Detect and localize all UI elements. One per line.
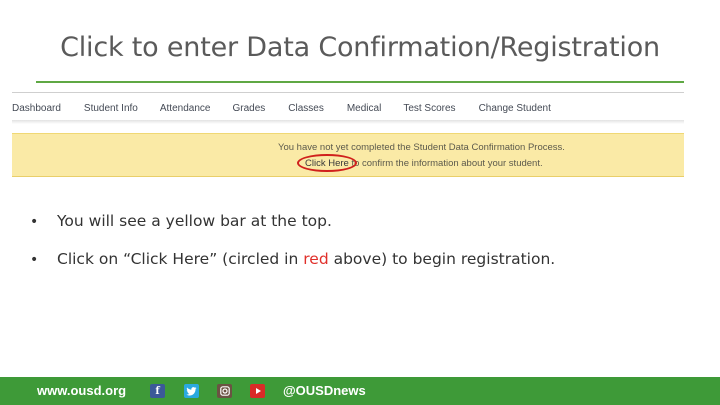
nav-item-medical[interactable]: Medical — [347, 103, 381, 114]
instruction-text-2-prefix: Click on “Click Here” (circled in — [57, 250, 304, 268]
portal-screenshot: Dashboard Student Info Attendance Grades… — [12, 92, 684, 178]
portal-nav-bar: Dashboard Student Info Attendance Grades… — [12, 98, 684, 118]
banner-message: You have not yet completed the Student D… — [278, 142, 565, 153]
instruction-text-1: You will see a yellow bar at the top. — [57, 212, 332, 230]
bullet-icon: • — [30, 252, 39, 268]
red-highlight-circle — [297, 154, 357, 172]
nav-item-student-info[interactable]: Student Info — [84, 103, 138, 114]
banner-action-text: to confirm the information about your st… — [348, 158, 543, 169]
instruction-item: • You will see a yellow bar at the top. — [30, 212, 700, 230]
nav-top-border — [12, 92, 684, 93]
footer-social-handle[interactable]: @OUSDnews — [283, 383, 366, 398]
data-confirmation-banner: You have not yet completed the Student D… — [12, 133, 684, 177]
nav-bottom-shadow — [12, 120, 684, 124]
nav-item-grades[interactable]: Grades — [232, 103, 265, 114]
youtube-icon[interactable] — [250, 384, 265, 398]
instagram-icon[interactable] — [217, 384, 232, 398]
nav-item-change-student[interactable]: Change Student — [479, 103, 551, 114]
facebook-icon[interactable]: f — [150, 384, 165, 398]
nav-item-dashboard[interactable]: Dashboard — [12, 103, 61, 114]
instruction-text-2-suffix: above) to begin registration. — [328, 250, 556, 268]
nav-item-attendance[interactable]: Attendance — [160, 103, 211, 114]
instruction-red-word: red — [303, 250, 329, 268]
footer-bar: www.ousd.org f @OUSDnews — [0, 377, 720, 405]
instruction-text-2: Click on “Click Here” (circled in red ab… — [57, 250, 555, 268]
instruction-list: • You will see a yellow bar at the top. … — [30, 212, 700, 288]
nav-item-classes[interactable]: Classes — [288, 103, 324, 114]
footer-website-link[interactable]: www.ousd.org — [37, 383, 126, 398]
instruction-item: • Click on “Click Here” (circled in red … — [30, 250, 700, 268]
bullet-icon: • — [30, 214, 39, 230]
twitter-icon[interactable] — [184, 384, 199, 398]
slide-title: Click to enter Data Confirmation/Registr… — [60, 32, 660, 63]
nav-item-test-scores[interactable]: Test Scores — [403, 103, 455, 114]
title-divider — [36, 81, 684, 83]
